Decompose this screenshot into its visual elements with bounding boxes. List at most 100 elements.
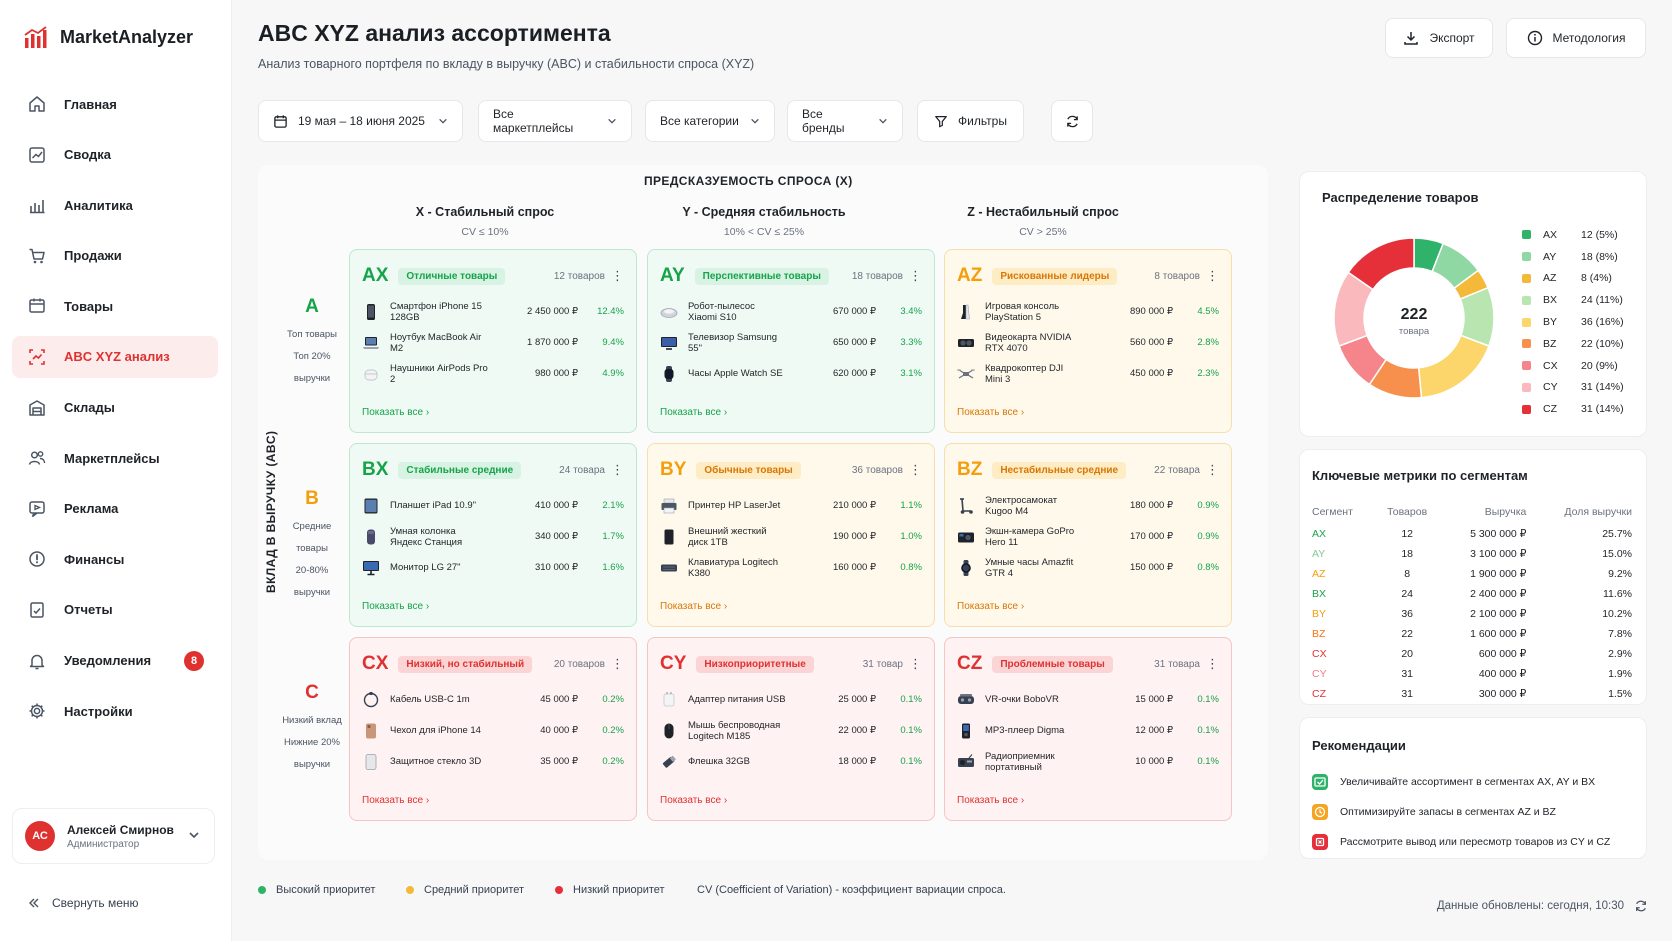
filters-button[interactable]: Фильтры: [917, 100, 1024, 142]
product-row[interactable]: Наушники AirPods Pro 2 980 000 ₽ 4.9%: [362, 358, 624, 389]
product-row[interactable]: VR-очки BoboVR 15 000 ₽ 0.1%: [957, 684, 1219, 715]
product-row[interactable]: Планшет iPad 10.9" 410 000 ₽ 2.1%: [362, 490, 624, 521]
sidebar-item-finance[interactable]: Финансы: [12, 538, 218, 580]
kebab-menu-icon[interactable]: ⋮: [611, 463, 624, 476]
chevron-down-icon[interactable]: [188, 829, 200, 841]
metrics-table: Сегмент Товаров Выручка Доля выручки AX 1…: [1312, 500, 1632, 704]
segment-card-ay[interactable]: AY Перспективные товары 18 товаров ⋮ Робот-п…: [647, 249, 935, 433]
product-row[interactable]: Монитор LG 27" 310 000 ₽ 1.6%: [362, 552, 624, 583]
legend-item-cz: CZ 31 (14%): [1522, 398, 1624, 420]
export-button[interactable]: Экспорт: [1385, 18, 1493, 58]
smartwatch-icon: [957, 559, 975, 577]
product-row[interactable]: Электросамокат Kugoo M4 180 000 ₽ 0.9%: [957, 490, 1219, 521]
legend-item-az: AZ 8 (4%): [1522, 268, 1624, 290]
refresh-icon[interactable]: [1634, 899, 1648, 913]
donut-slice-by[interactable]: [1417, 334, 1490, 399]
kebab-menu-icon[interactable]: ⋮: [611, 269, 624, 282]
categories-value: Все категории: [660, 114, 739, 128]
data-updated: Данные обновлены: сегодня, 10:30: [1437, 899, 1648, 913]
product-row[interactable]: Телевизор Samsung 55" 650 000 ₽ 3.3%: [660, 327, 922, 358]
sidebar-item-marketplaces[interactable]: Маркетплейсы: [12, 437, 218, 479]
product-name: VR-очки BoboVR: [985, 694, 1059, 705]
product-row[interactable]: Умная колонка Яндекс Станция 340 000 ₽ 1.7…: [362, 521, 624, 552]
show-all-link[interactable]: Показать все ›: [660, 601, 727, 612]
product-row[interactable]: Квадрокоптер DJI Mini 3 450 000 ₽ 2.3%: [957, 358, 1219, 389]
kebab-menu-icon[interactable]: ⋮: [909, 657, 922, 670]
sidebar-item-notifications[interactable]: Уведомления 8: [12, 640, 218, 682]
sidebar-item-warehouses[interactable]: Склады: [12, 387, 218, 429]
show-all-link[interactable]: Показать все ›: [362, 407, 429, 418]
sidebar-item-home[interactable]: Главная: [12, 83, 218, 125]
segment-card-az[interactable]: AZ Рискованные лидеры 8 товаров ⋮ Игровая ко…: [944, 249, 1232, 433]
sidebar-item-label: Финансы: [64, 551, 125, 567]
product-row[interactable]: MP3-плеер Digma 12 000 ₽ 0.1%: [957, 715, 1219, 746]
product-row[interactable]: Чехол для iPhone 14 40 000 ₽ 0.2%: [362, 715, 624, 746]
product-row[interactable]: Игровая консоль PlayStation 5 890 000 ₽ 4.…: [957, 296, 1219, 327]
show-all-link[interactable]: Показать все ›: [660, 407, 727, 418]
product-row[interactable]: Видеокарта NVIDIA RTX 4070 560 000 ₽ 2.8%: [957, 327, 1219, 358]
product-row[interactable]: Ноутбук MacBook Air M2 1 870 000 ₽ 9.4%: [362, 327, 624, 358]
refresh-button[interactable]: [1051, 100, 1093, 142]
brand[interactable]: MarketAnalyzer: [24, 26, 193, 48]
product-row[interactable]: Принтер HP LaserJet 210 000 ₽ 1.1%: [660, 490, 922, 521]
brands-select[interactable]: Все бренды: [787, 100, 903, 142]
product-row[interactable]: Кабель USB-C 1m 45 000 ₽ 0.2%: [362, 684, 624, 715]
product-row[interactable]: Умные часы Amazfit GTR 4 150 000 ₽ 0.8%: [957, 552, 1219, 583]
show-all-link[interactable]: Показать все ›: [362, 601, 429, 612]
date-range-picker[interactable]: 19 мая – 18 июня 2025: [258, 100, 463, 142]
product-revenue: 35 000 ₽: [540, 756, 578, 767]
legend-swatch: [1522, 273, 1531, 283]
kebab-menu-icon[interactable]: ⋮: [1206, 657, 1219, 670]
product-row[interactable]: Флешка 32GB 18 000 ₽ 0.1%: [660, 746, 922, 777]
segment-card-by[interactable]: BY Обычные товары 36 товаров ⋮ Принтер HP La…: [647, 443, 935, 627]
product-row[interactable]: Смартфон iPhone 15 128GB 2 450 000 ₽ 12.4%: [362, 296, 624, 327]
product-row[interactable]: Клавиатура Logitech K380 160 000 ₽ 0.8%: [660, 552, 922, 583]
sidebar-item-analytics[interactable]: Аналитика: [12, 184, 218, 226]
segment-count: 8 товаров: [1154, 270, 1200, 282]
sidebar-item-abcxyz[interactable]: ABC XYZ анализ: [12, 335, 218, 378]
show-all-link[interactable]: Показать все ›: [957, 407, 1024, 418]
product-share: 12.4%: [597, 306, 624, 317]
sidebar-item-products[interactable]: Товары: [12, 285, 218, 327]
product-row[interactable]: Экшн-камера GoPro Hero 11 170 000 ₽ 0.9%: [957, 521, 1219, 552]
product-row[interactable]: Радиоприемник портативный 10 000 ₽ 0.1%: [957, 746, 1219, 777]
product-row[interactable]: Часы Apple Watch SE 620 000 ₽ 3.1%: [660, 358, 922, 389]
recommendation-item: Рассмотрите вывод или пересмотр товаров …: [1312, 834, 1610, 850]
show-all-link[interactable]: Показать все ›: [660, 795, 727, 806]
kebab-menu-icon[interactable]: ⋮: [611, 657, 624, 670]
show-all-link[interactable]: Показать все ›: [957, 795, 1024, 806]
methodology-button[interactable]: Методология: [1506, 18, 1646, 58]
kebab-menu-icon[interactable]: ⋮: [909, 463, 922, 476]
product-row[interactable]: Внешний жесткий диск 1TB 190 000 ₽ 1.0%: [660, 521, 922, 552]
product-row[interactable]: Адаптер питания USB 25 000 ₽ 0.1%: [660, 684, 922, 715]
marketplaces-select[interactable]: Все маркетплейсы: [478, 100, 632, 142]
show-all-link[interactable]: Показать все ›: [362, 795, 429, 806]
show-all-link[interactable]: Показать все ›: [957, 601, 1024, 612]
segment-card-cx[interactable]: CX Низкий, но стабильный 20 товаров ⋮ Кабель…: [349, 637, 637, 821]
page-subtitle: Анализ товарного портфеля по вкладу в вы…: [258, 57, 755, 71]
categories-select[interactable]: Все категории: [645, 100, 775, 142]
product-row[interactable]: Мышь беспроводная Logitech M185 22 000 ₽ 0…: [660, 715, 922, 746]
product-row[interactable]: Робот-пылесос Xiaomi S10 670 000 ₽ 3.4%: [660, 296, 922, 327]
product-row[interactable]: Защитное стекло 3D 35 000 ₽ 0.2%: [362, 746, 624, 777]
refresh-icon: [1066, 115, 1078, 127]
segment-card-ax[interactable]: AX Отличные товары 12 товаров ⋮ Смартфон iPh…: [349, 249, 637, 433]
kebab-menu-icon[interactable]: ⋮: [909, 269, 922, 282]
segment-card-cz[interactable]: CZ Проблемные товары 31 товара ⋮ VR-очки Bob…: [944, 637, 1232, 821]
product-share: 0.2%: [602, 694, 624, 705]
kebab-menu-icon[interactable]: ⋮: [1206, 269, 1219, 282]
segment-card-cy[interactable]: CY Низкоприоритетные 31 товар ⋮ Адаптер пита…: [647, 637, 935, 821]
collapse-menu-button[interactable]: Свернуть меню: [28, 896, 139, 910]
segment-count: 36 товаров: [851, 464, 903, 476]
sidebar-item-reports[interactable]: Отчеты: [12, 589, 218, 631]
sidebar-item-sales[interactable]: Продажи: [12, 235, 218, 277]
sidebar-item-summary[interactable]: Сводка: [12, 134, 218, 176]
segment-card-bz[interactable]: BZ Нестабильные средние 22 товара ⋮ Электрос…: [944, 443, 1232, 627]
kebab-menu-icon[interactable]: ⋮: [1206, 463, 1219, 476]
warehouse-icon: [28, 399, 46, 417]
user-menu[interactable]: АС Алексей Смирнов Администратор: [12, 808, 215, 864]
sidebar-item-settings[interactable]: Настройки: [12, 690, 218, 732]
metric-share: 15.0%: [1602, 548, 1632, 560]
segment-card-bx[interactable]: BX Стабильные средние 24 товара ⋮ Планшет iP…: [349, 443, 637, 627]
sidebar-item-ads[interactable]: Реклама: [12, 488, 218, 530]
